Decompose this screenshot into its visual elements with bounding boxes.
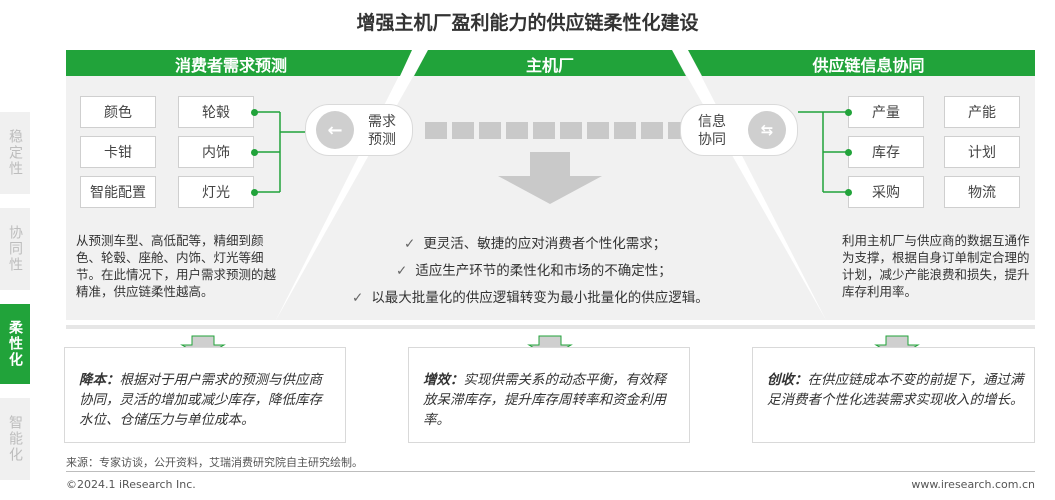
chip-plan: 计划 (944, 136, 1020, 168)
connector-dot (845, 149, 852, 156)
header-consumer-forecast: 消费者需求预测 (174, 56, 287, 75)
exchange-arrows-icon: ⇆ (748, 111, 786, 149)
chip-wheel: 轮毂 (178, 96, 254, 128)
divider (66, 325, 1035, 329)
center-point: ✓ 以最大批量化的供应逻辑转变为最小批量化的供应逻辑。 (352, 290, 709, 306)
header-supply-sync: 供应链信息协同 (812, 56, 925, 75)
chip-interior: 内饰 (178, 136, 254, 168)
chip-lights: 灯光 (178, 176, 254, 208)
footer-divider (66, 471, 1035, 472)
cost-reduction-box: 降本：根据对于用户需求的预测与供应商协同，灵活的增加或减少库存，降低库存水位、仓… (64, 347, 346, 443)
chip-inventory: 库存 (848, 136, 924, 168)
checkmark-icon: ✓ (396, 263, 408, 279)
chip-output: 产量 (848, 96, 924, 128)
copyright: ©2024.1 iResearch Inc. (66, 478, 196, 491)
website-link[interactable]: www.iresearch.com.cn (911, 478, 1035, 491)
chip-color: 颜色 (80, 96, 156, 128)
demand-forecast-label: 需求 预测 (368, 114, 396, 148)
connector-dot (251, 149, 258, 156)
efficiency-box: 增效：实现供需关系的动态平衡，有效释放呆滞库存，提升库存周转率和资金利用率。 (408, 347, 690, 443)
side-tab-intelligence[interactable]: 智能化 (0, 398, 30, 480)
checkmark-icon: ✓ (404, 236, 416, 252)
chip-procurement: 采购 (848, 176, 924, 208)
arrow-left-icon: ← (316, 111, 354, 149)
process-blocks (425, 122, 690, 139)
connector-dot (251, 109, 258, 116)
connector-dot (251, 189, 258, 196)
center-point: ✓ 更灵活、敏捷的应对消费者个性化需求； (404, 236, 667, 252)
center-point: ✓ 适应生产环节的柔性化和市场的不确定性； (396, 263, 672, 279)
connector-dot (845, 189, 852, 196)
info-sync-label: 信息 协同 (698, 114, 726, 148)
chip-caliper: 卡钳 (80, 136, 156, 168)
chip-capacity: 产能 (944, 96, 1020, 128)
chip-logistics: 物流 (944, 176, 1020, 208)
left-description: 从预测车型、高低配等，精细到颜色、轮毂、座舱、内饰、灯光等细节。在此情况下，用户… (76, 233, 277, 299)
checkmark-icon: ✓ (352, 290, 364, 306)
revenue-box: 创收：在供应链成本不变的前提下，通过满足消费者个性化选装需求实现收入的增长。 (752, 347, 1035, 443)
chip-smart-config: 智能配置 (80, 176, 156, 208)
connector-dot (845, 109, 852, 116)
source-note: 来源：专家访谈，公开资料，艾瑞消费研究院自主研究绘制。 (66, 456, 363, 469)
right-description: 利用主机厂与供应商的数据互通作为支撑，根据自身订单制定合理的计划，减少产能浪费和… (842, 233, 1030, 299)
header-oem: 主机厂 (525, 56, 574, 75)
